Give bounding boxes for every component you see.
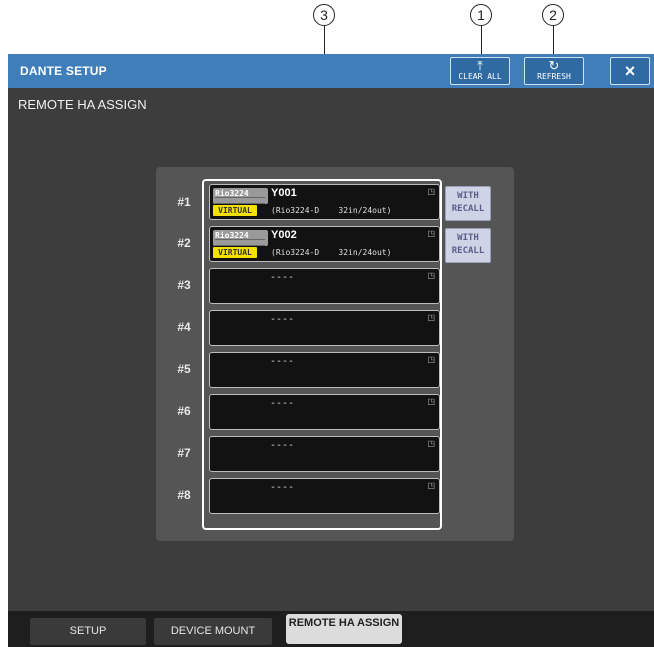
section-title: REMOTE HA ASSIGN — [18, 97, 147, 112]
virtual-badge: VIRTUAL — [213, 205, 257, 216]
slot-6[interactable]: ---- ◳ — [209, 394, 440, 430]
dante-setup-window: DANTE SETUP ⤒ CLEAR ALL ↻ REFRESH × REMO… — [8, 54, 654, 647]
slot-number: #1 — [177, 195, 191, 209]
popup-icon: ◳ — [427, 229, 435, 238]
popup-icon: ◳ — [427, 481, 435, 490]
close-icon: × — [624, 61, 636, 81]
callout-3: 3 — [313, 4, 335, 26]
slot-number: #3 — [177, 278, 191, 292]
device-name: Y002 — [271, 229, 297, 241]
title-bar: DANTE SETUP ⤒ CLEAR ALL ↻ REFRESH × — [8, 54, 654, 88]
popup-icon: ◳ — [427, 397, 435, 406]
device-info: (Rio3224-D 32in/24out) — [271, 206, 392, 215]
refresh-button[interactable]: ↻ REFRESH — [524, 57, 584, 85]
window-title: DANTE SETUP — [20, 64, 107, 78]
callout-2: 2 — [542, 4, 564, 26]
popup-icon: ◳ — [427, 271, 435, 280]
empty-slot-text: ---- — [270, 356, 295, 367]
callout-1: 1 — [470, 4, 492, 26]
slot-2[interactable]: Rio3224 VIRTUAL Y002 (Rio3224-D 32in/24o… — [209, 226, 440, 262]
slot-number: #5 — [177, 362, 191, 376]
slot-number: #6 — [177, 404, 191, 418]
close-button[interactable]: × — [610, 57, 650, 85]
slot-number: #2 — [177, 236, 191, 250]
device-info: (Rio3224-D 32in/24out) — [271, 248, 392, 257]
device-thumbnail: Rio3224 VIRTUAL — [213, 230, 268, 258]
tab-remote-ha-assign[interactable]: REMOTE HA ASSIGN — [286, 614, 402, 644]
popup-icon: ◳ — [427, 187, 435, 196]
empty-slot-text: ---- — [270, 440, 295, 451]
slot-8[interactable]: ---- ◳ — [209, 478, 440, 514]
empty-slot-text: ---- — [270, 482, 295, 493]
refresh-label: REFRESH — [537, 72, 571, 81]
popup-icon: ◳ — [427, 439, 435, 448]
slot-4[interactable]: ---- ◳ — [209, 310, 440, 346]
slot-1[interactable]: Rio3224 VIRTUAL Y001 (Rio3224-D 32in/24o… — [209, 184, 440, 220]
virtual-badge: VIRTUAL — [213, 247, 257, 258]
slot-number: #4 — [177, 320, 191, 334]
clear-all-button[interactable]: ⤒ CLEAR ALL — [450, 57, 510, 85]
slot-7[interactable]: ---- ◳ — [209, 436, 440, 472]
empty-slot-text: ---- — [270, 314, 295, 325]
slot-number: #7 — [177, 446, 191, 460]
device-thumbnail: Rio3224 VIRTUAL — [213, 188, 268, 216]
device-name: Y001 — [271, 187, 297, 199]
slot-number: #8 — [177, 488, 191, 502]
popup-icon: ◳ — [427, 355, 435, 364]
slot-5[interactable]: ---- ◳ — [209, 352, 440, 388]
clear-all-label: CLEAR ALL — [458, 72, 502, 81]
tab-setup[interactable]: SETUP — [30, 618, 146, 645]
with-recall-button[interactable]: WITH RECALL — [445, 228, 491, 263]
empty-slot-text: ---- — [270, 272, 295, 283]
tab-bar: SETUP DEVICE MOUNT REMOTE HA ASSIGN — [8, 611, 654, 647]
popup-icon: ◳ — [427, 313, 435, 322]
clear-all-icon: ⤒ — [477, 58, 483, 73]
tab-device-mount[interactable]: DEVICE MOUNT — [154, 618, 272, 645]
refresh-icon: ↻ — [548, 58, 560, 73]
slot-3[interactable]: ---- ◳ — [209, 268, 440, 304]
with-recall-button[interactable]: WITH RECALL — [445, 186, 491, 221]
empty-slot-text: ---- — [270, 398, 295, 409]
tab-remote-ha-assign-label: REMOTE HA ASSIGN — [288, 617, 400, 629]
